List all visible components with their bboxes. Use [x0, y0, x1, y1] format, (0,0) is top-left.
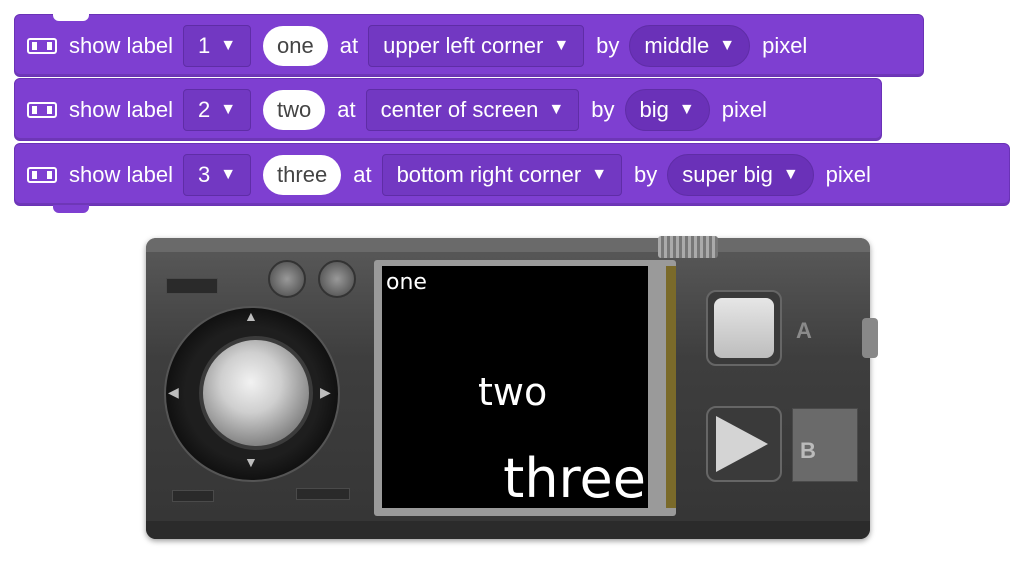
position-dropdown[interactable]: center of screen ▼ [365, 88, 580, 131]
size-value: big [639, 96, 669, 122]
device-bottom-edge [146, 521, 870, 539]
label-text-input[interactable]: three [263, 154, 342, 195]
position-dropdown[interactable]: upper left corner ▼ [368, 24, 585, 67]
screen-label-three: three [503, 447, 646, 508]
display-icon [27, 166, 57, 183]
show-label-text: show label [69, 96, 173, 122]
arrow-down-icon: ▼ [244, 454, 258, 470]
position-value: center of screen [380, 96, 539, 122]
usb-port-icon [658, 236, 718, 258]
button-a-label: A [796, 318, 812, 343]
screen-label-two: two [478, 370, 548, 414]
at-text: at [339, 32, 359, 58]
play-triangle-icon [716, 416, 768, 472]
at-text: at [337, 96, 356, 122]
position-dropdown[interactable]: bottom right corner ▼ [381, 153, 623, 196]
size-value: middle [644, 32, 710, 58]
button-a[interactable] [706, 290, 782, 366]
chevron-down-icon: ▼ [220, 100, 237, 118]
pixel-text: pixel [762, 32, 808, 58]
at-text: at [353, 161, 372, 187]
arrow-left-icon: ◀ [168, 384, 179, 400]
show-label-block-3[interactable]: show label 3 ▼ three at bottom right corn… [14, 143, 1010, 213]
show-label-block-2[interactable]: show label 2 ▼ two at center of screen ▼ b… [14, 78, 882, 141]
show-label-block-1[interactable]: show label 1 ▼ one at upper left corner ▼ … [14, 14, 924, 77]
small-knob-icon [318, 260, 356, 298]
label-number-dropdown[interactable]: 3 ▼ [182, 153, 252, 196]
size-dropdown[interactable]: super big ▼ [667, 153, 814, 196]
by-text: by [634, 161, 658, 187]
device-top-edge [146, 238, 870, 252]
pixel-text: pixel [825, 161, 871, 187]
label-number-value: 2 [197, 96, 211, 122]
button-b[interactable] [706, 406, 782, 482]
size-value: super big [682, 161, 773, 187]
label-number-dropdown[interactable]: 1 ▼ [182, 24, 252, 67]
by-text: by [596, 32, 620, 58]
chevron-down-icon: ▼ [591, 165, 608, 183]
display-icon [27, 37, 57, 54]
chevron-down-icon: ▼ [719, 36, 736, 54]
label-number-value: 1 [197, 32, 211, 58]
chip-icon [296, 488, 350, 500]
label-number-dropdown[interactable]: 2 ▼ [182, 88, 252, 131]
chevron-down-icon: ▼ [678, 100, 695, 118]
label-text-input[interactable]: one [263, 25, 328, 66]
chevron-down-icon: ▼ [782, 165, 799, 183]
show-label-text: show label [69, 32, 173, 58]
label-text-input[interactable]: two [263, 89, 326, 130]
joystick-knob[interactable] [199, 336, 313, 450]
chip-icon [172, 490, 214, 502]
chevron-down-icon: ▼ [553, 36, 570, 54]
by-text: by [591, 96, 615, 122]
handheld-device: ▲ ▼ ◀ ▶ one two three A B [146, 236, 878, 539]
chevron-down-icon: ▼ [220, 36, 237, 54]
small-knob-icon [268, 260, 306, 298]
device-screen: one two three [382, 266, 648, 508]
display-icon [27, 101, 57, 118]
size-dropdown[interactable]: middle ▼ [629, 24, 751, 67]
arrow-up-icon: ▲ [244, 308, 258, 324]
size-dropdown[interactable]: big ▼ [624, 88, 710, 131]
button-a-cap [714, 298, 774, 358]
show-label-text: show label [69, 161, 173, 187]
position-value: upper left corner [383, 32, 544, 58]
pixel-text: pixel [721, 96, 767, 122]
side-switch-icon [862, 318, 878, 358]
position-value: bottom right corner [396, 161, 582, 187]
chevron-down-icon: ▼ [220, 165, 237, 183]
button-b-label: B [800, 438, 816, 463]
screen-connector [666, 266, 676, 508]
chevron-down-icon: ▼ [548, 100, 565, 118]
screen-label-one: one [386, 270, 427, 295]
arrow-right-icon: ▶ [320, 384, 331, 400]
label-number-value: 3 [197, 161, 211, 187]
chip-icon [166, 278, 218, 294]
